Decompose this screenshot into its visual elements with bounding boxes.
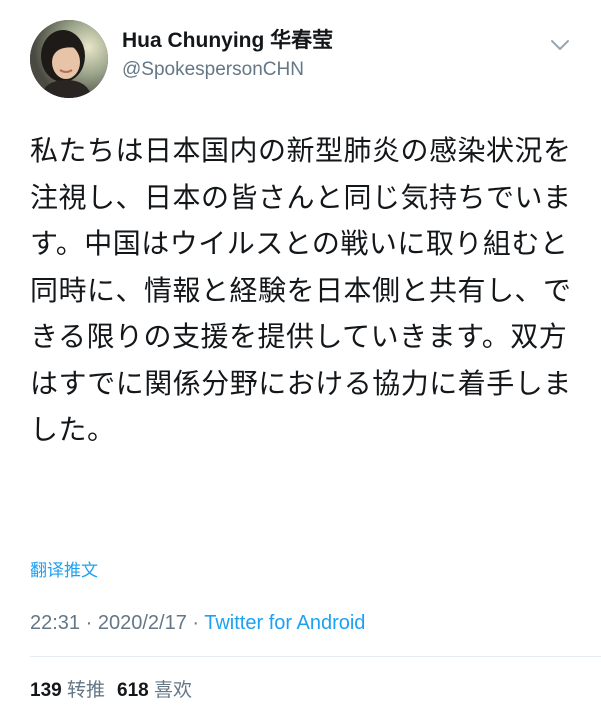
tweet-metadata: 22:31 · 2020/2/17 · Twitter for Android <box>30 610 365 636</box>
user-names: Hua Chunying 华春莹 @SpokespersonCHN <box>122 28 333 82</box>
divider <box>30 656 601 657</box>
tweet-time[interactable]: 22:31 <box>30 612 80 634</box>
retweets-stat[interactable]: 139 转推 <box>30 677 105 704</box>
likes-label: 喜欢 <box>153 679 192 701</box>
chevron-down-icon[interactable] <box>549 38 571 52</box>
tweet-text: 私たちは日本国内の新型肺炎の感染状況を注視し、日本の皆さんと同じ気持ちでいます。… <box>30 134 572 446</box>
likes-stat[interactable]: 618 喜欢 <box>117 677 192 704</box>
display-name[interactable]: Hua Chunying 华春莹 <box>122 28 333 54</box>
retweets-count: 139 <box>30 680 62 701</box>
likes-count: 618 <box>117 680 149 701</box>
avatar[interactable] <box>30 20 108 98</box>
retweets-label: 转推 <box>66 679 105 701</box>
meta-separator: · <box>80 612 98 634</box>
tweet-date[interactable]: 2020/2/17 <box>98 612 187 634</box>
tweet-detail: Hua Chunying 华春莹 @SpokespersonCHN 私たちは日本… <box>0 0 601 720</box>
tweet-stats: 139 转推 618 喜欢 <box>30 677 204 704</box>
tweet-header: Hua Chunying 华春莹 @SpokespersonCHN <box>30 20 581 100</box>
user-handle[interactable]: @SpokespersonCHN <box>122 58 333 82</box>
tweet-source-link[interactable]: Twitter for Android <box>204 612 365 634</box>
translate-tweet-link[interactable]: 翻译推文 <box>30 560 98 582</box>
meta-separator: · <box>186 612 205 634</box>
avatar-photo <box>30 20 108 98</box>
